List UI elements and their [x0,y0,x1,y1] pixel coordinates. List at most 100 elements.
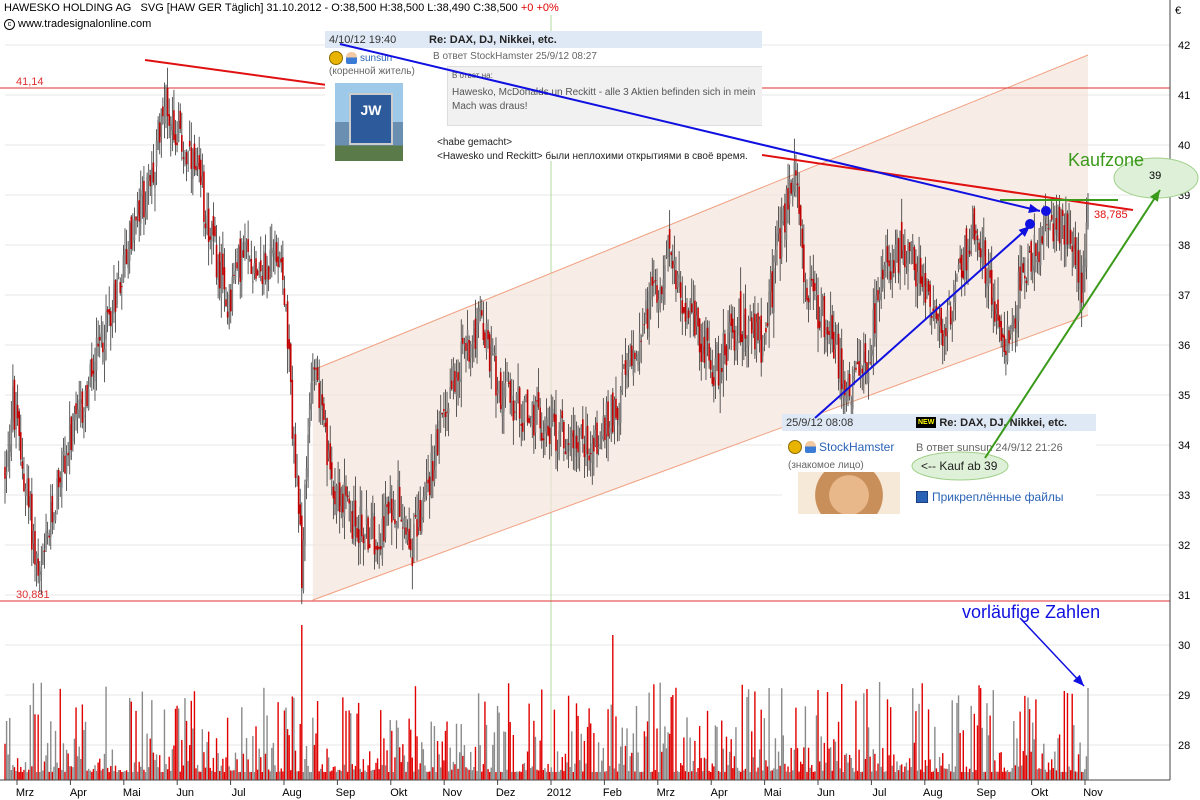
candle-body [479,304,481,312]
candle-body [1033,234,1036,271]
candle-body [1027,258,1029,282]
candle-body [621,372,624,393]
candle-body [484,332,486,348]
post-2-files-label[interactable]: Прикреплённые файлы [932,490,1064,504]
post-2-title[interactable]: Re: DAX, DJ, Nikkei, etc. [939,417,1067,429]
candle-body [844,380,846,396]
candle-body [675,270,677,290]
candle-body [237,246,240,278]
candle-body [1065,212,1067,249]
x-tick-label: Aug [282,787,302,799]
candle-body [97,343,99,347]
candle-body [1044,214,1047,220]
post-1-user[interactable]: sunsun [360,53,392,64]
candle-body [163,106,166,124]
candle-body [296,474,298,477]
level-label: 41,14 [16,76,44,88]
candle-body [255,258,257,279]
candle-body [300,515,303,589]
site-url[interactable]: www.tradesignalonline.com [18,18,151,30]
candle-body [92,370,95,374]
candle-body [149,174,152,187]
candle-body [523,399,526,423]
candle-body [894,244,897,268]
candle-body [283,288,286,306]
x-tick-label: Apr [711,787,728,799]
candle-body [701,346,704,355]
candle-body [86,384,88,407]
candle-body [40,566,43,575]
candle-body [151,167,153,187]
candle-body [155,140,158,167]
buy-zone-price: 39 [1149,170,1162,182]
level-label: 30,881 [16,589,50,601]
candle-body [796,183,799,186]
candle-body [512,400,515,421]
candle-body [214,226,216,237]
candle-body [657,299,660,310]
candle-body [690,303,693,313]
post-2-reply-to[interactable]: В ответ sunsun 24/9/12 21:26 [916,442,1063,454]
badge-icon [788,440,802,454]
candle-body [978,242,980,251]
candle-body [244,241,246,258]
candle-body [190,147,193,169]
candle-body [1074,237,1077,266]
candle-body [924,273,927,303]
candle-body [233,274,235,276]
candle-body [406,531,409,541]
post-1-reply-to[interactable]: В ответ StockHamster 25/9/12 08:27 [433,51,597,62]
candle-body [904,244,906,268]
candle-body [326,418,328,466]
candle-body [847,378,849,398]
candle-body [725,345,728,366]
y-tick-label: 38 [1178,240,1190,252]
candle-body [766,322,769,326]
candle-body [91,358,93,377]
candle-body [986,280,988,288]
candle-body [455,377,458,397]
candle-body [750,317,753,334]
post-1-quote: В ответ на: Hawesko, McDonalds un Reckit… [447,66,762,126]
candle-body [312,367,314,381]
candle-body [65,454,68,474]
vorlaeufige-zahlen-label: vorläufige Zahlen [962,602,1101,622]
candle-body [1024,275,1026,279]
candle-body [248,258,251,262]
candle-body [1071,245,1074,252]
candle-body [684,302,687,322]
candle-body [981,249,984,264]
candle-body [23,473,25,492]
candle-body [872,309,875,357]
candle-body [994,301,996,322]
x-tick-label: Nov [1083,787,1103,799]
post-1-title[interactable]: Re: DAX, DJ, Nikkei, etc. [429,34,557,46]
candle-body [176,142,178,146]
candle-body [271,247,273,257]
candle-body [439,412,442,415]
candle-body [741,334,744,342]
candle-body [119,282,122,294]
candle-body [62,451,65,455]
candle-body [152,162,155,183]
post-2-user[interactable]: StockHamster [819,440,894,454]
candle-body [997,299,999,321]
candle-body [643,324,646,326]
post-1-quote-header: В ответ на: [452,71,493,80]
candle-body [877,290,879,301]
candle-body [526,389,529,423]
candle-body [694,300,696,336]
candle-body [793,162,796,192]
post-2-files[interactable]: Прикреплённые файлы [916,490,1064,504]
currency-label: € [1175,5,1181,17]
candle-body [517,386,519,392]
candle-body [307,434,309,477]
candle-body [59,477,62,483]
candle-body [419,499,422,531]
candle-body [893,260,895,274]
post-1-datetime: 4/10/12 19:40 [329,33,397,46]
candle-body [990,269,993,305]
candle-body [907,240,909,272]
candle-body [267,266,270,280]
candle-body [989,270,991,278]
